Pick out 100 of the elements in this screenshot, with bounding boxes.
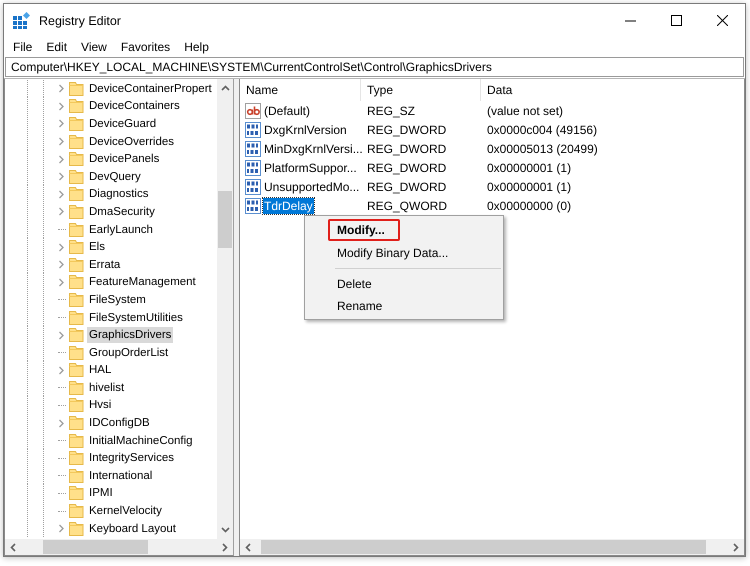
menu-item[interactable]: Edit [39,40,74,54]
folder-icon [69,151,84,168]
table-cell-text: REG_SZ [366,104,416,118]
folder-icon [69,503,84,520]
tree-item[interactable]: IPMI [87,485,115,502]
tree-item[interactable]: DevQuery [87,168,143,185]
tree-item[interactable]: HAL [87,362,114,378]
tree-item[interactable]: InitialMachineConfig [87,432,195,449]
scroll-thumb[interactable] [43,540,148,554]
binary-value-icon [245,140,261,156]
chevron-right-icon[interactable] [58,190,65,199]
value-name[interactable]: MinDxgKrnlVersi... [263,140,364,156]
tree-item[interactable]: International [87,468,154,484]
chevron-right-icon[interactable] [58,84,65,94]
folder-icon [69,468,84,484]
chevron-right-icon[interactable] [58,418,65,428]
tree-item[interactable]: Diagnostics [87,186,150,202]
value-name[interactable]: TdrDelay [263,198,314,214]
table-cell-text: 0x00000001 (1) [486,180,572,194]
scroll-left-icon[interactable] [10,542,16,552]
tree-item[interactable]: DevicePanels [87,151,162,168]
folder-icon [69,116,84,132]
folder-icon [69,98,84,114]
column-header[interactable]: Name [240,79,361,101]
value-name[interactable]: PlatformSuppor... [263,160,358,176]
scroll-left-icon[interactable] [245,542,251,552]
table-cell-text: 0x00000001 (1) [486,160,572,174]
tree-item[interactable]: DeviceContainers [87,98,182,114]
tree-item[interactable]: EarlyLaunch [87,222,155,238]
table-cell-text: REG_DWORD [366,160,448,174]
tree-item[interactable]: Hvsi [87,397,114,414]
chevron-right-icon[interactable] [58,207,65,216]
value-name[interactable]: (Default) [263,102,312,118]
address-bar[interactable]: Computer\HKEY_LOCAL_MACHINE\SYSTEM\CurrentControlSet\Control\GraphicsDrivers [5,57,744,77]
menu-item[interactable]: Rename [307,295,501,317]
chevron-right-icon[interactable] [58,278,65,287]
value-name[interactable]: DxgKrnlVersion [263,122,348,138]
folder-icon [69,292,84,308]
folder-icon [69,327,84,344]
scroll-thumb[interactable] [261,540,706,554]
binary-value-icon [245,178,261,194]
folder-icon [69,397,84,414]
string-value-icon [245,102,261,118]
chevron-right-icon[interactable] [58,366,65,375]
binary-value-icon [245,198,261,214]
folder-icon [69,432,84,449]
table-cell-text: (value not set) [486,104,564,118]
horizontal-scrollbar[interactable] [240,539,744,555]
scroll-right-icon[interactable] [733,542,739,552]
tree-item[interactable]: DmaSecurity [87,204,157,220]
folder-icon [69,80,84,97]
scroll-up-icon[interactable] [220,85,230,91]
tree-item[interactable]: FeatureManagement [87,274,198,290]
menu-item[interactable]: Modify Binary Data... [307,242,501,264]
menu-item[interactable]: File [6,40,40,54]
table-cell-text: REG_DWORD [366,142,448,156]
tree-item[interactable]: DeviceOverrides [87,134,176,150]
folder-icon [69,134,84,150]
menu-item[interactable]: Delete [307,273,501,295]
scroll-thumb[interactable] [218,191,232,248]
tree-item[interactable]: FileSystem [87,292,148,308]
tree-item[interactable]: GraphicsDrivers [87,327,174,344]
chevron-right-icon[interactable] [58,154,65,164]
chevron-right-icon[interactable] [58,330,65,340]
window-title: Registry Editor [39,14,121,28]
table-cell-text: REG_DWORD [366,180,448,194]
tree-item[interactable]: hivelist [87,380,126,396]
menu-item[interactable]: View [74,40,114,54]
tree-item[interactable]: FileSystemUtilities [87,310,185,326]
tree-item[interactable]: DeviceGuard [87,116,158,132]
column-header[interactable]: Data [481,79,681,101]
table-cell-text: 0x0000c004 (49156) [486,122,598,136]
folder-icon [69,239,84,256]
tree-item[interactable]: KernelVelocity [87,503,164,520]
tree-item[interactable]: Errata [87,256,122,273]
column-header[interactable]: Type [361,79,481,101]
tree-item[interactable]: GroupOrderList [87,344,170,361]
chevron-right-icon[interactable] [58,119,65,128]
chevron-right-icon[interactable] [58,102,65,111]
chevron-right-icon[interactable] [58,524,65,534]
table-cell-text: 0x00005013 (20499) [486,142,599,156]
tree-item[interactable]: Els [87,239,107,256]
menu-item[interactable]: Modify... [328,219,400,241]
tree-item[interactable]: Keyboard Layout [87,520,178,537]
menu-item[interactable]: Favorites [114,40,178,54]
chevron-right-icon[interactable] [58,260,65,270]
vertical-scrollbar[interactable] [217,79,233,539]
horizontal-scrollbar[interactable] [5,539,233,555]
chevron-right-icon[interactable] [58,172,65,182]
tree-item[interactable]: DeviceContainerPropert [87,80,214,97]
scroll-right-icon[interactable] [222,542,228,552]
folder-icon [69,222,84,238]
tree-item[interactable]: IDConfigDB [87,415,152,432]
chevron-right-icon[interactable] [58,242,65,252]
chevron-right-icon[interactable] [58,137,65,146]
menu-item[interactable]: Help [177,40,216,54]
scroll-down-icon[interactable] [220,527,230,533]
folder-icon [69,520,84,537]
value-name[interactable]: UnsupportedMo... [263,178,360,194]
tree-item[interactable]: IntegrityServices [87,450,176,466]
